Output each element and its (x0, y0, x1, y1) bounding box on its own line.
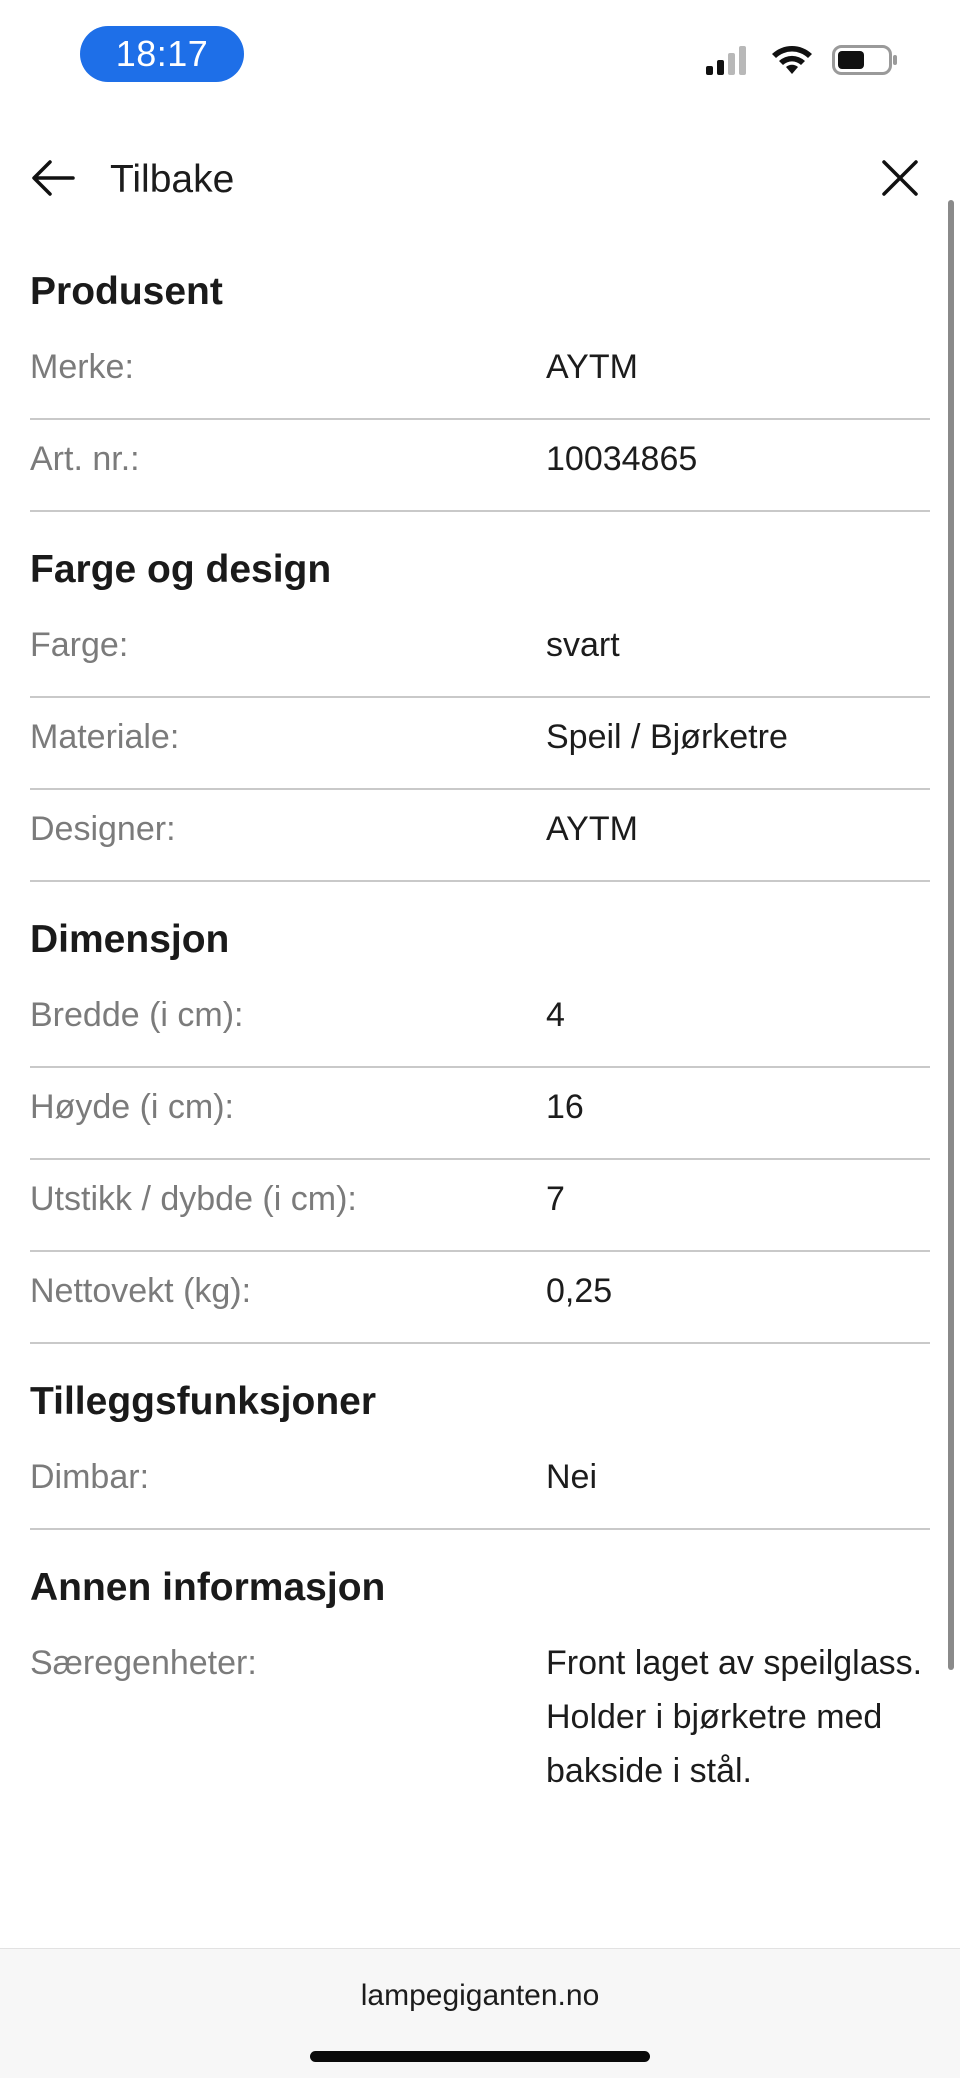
spec-value: AYTM (546, 810, 638, 848)
spec-value: 16 (546, 1088, 584, 1126)
spec-value: AYTM (546, 348, 638, 386)
section-tilleggsfunksjoner: Tilleggsfunksjoner Dimbar: Nei (30, 1366, 930, 1530)
spec-label: Designer: (30, 810, 176, 848)
spec-row-dimbar: Dimbar: Nei (30, 1438, 930, 1530)
spec-value: 4 (546, 996, 565, 1034)
spec-row-utstikk: Utstikk / dybde (i cm): 7 (30, 1160, 930, 1252)
spec-row-designer: Designer: AYTM (30, 790, 930, 882)
spec-value: 7 (546, 1180, 565, 1218)
spec-value: Speil / Bjørketre (546, 718, 788, 756)
spec-label: Merke: (30, 348, 134, 386)
spec-row-art-nr: Art. nr.: 10034865 (30, 420, 930, 512)
section-title: Produsent (30, 270, 223, 313)
cellular-signal-icon (704, 44, 752, 81)
close-button[interactable] (870, 150, 930, 210)
status-time[interactable]: 18:17 (80, 26, 244, 82)
spec-label: Dimbar: (30, 1458, 150, 1496)
spec-label: Særegenheter: (30, 1644, 257, 1682)
spec-value: Front laget av speilglass. Holder i bjør… (546, 1644, 923, 1790)
close-icon (880, 158, 920, 203)
arrow-left-icon (30, 158, 76, 203)
status-bar: 18:17 (0, 0, 960, 110)
section-title: Farge og design (30, 548, 332, 591)
site-url[interactable]: lampegiganten.no (0, 1979, 960, 2013)
section-title: Tilleggsfunksjoner (30, 1380, 377, 1423)
spec-label: Nettovekt (kg): (30, 1272, 252, 1310)
spec-label: Høyde (i cm): (30, 1088, 234, 1126)
scrollbar[interactable] (948, 200, 954, 1670)
spec-label: Art. nr.: (30, 440, 140, 478)
spec-row-nettovekt: Nettovekt (kg): 0,25 (30, 1252, 930, 1344)
product-spec-list: Produsent Merke: AYTM Art. nr.: 10034865… (30, 256, 930, 1844)
spec-row-farge: Farge: svart (30, 606, 930, 698)
status-icons (704, 44, 898, 80)
spec-row-materiale: Materiale: Speil / Bjørketre (30, 698, 930, 790)
spec-value: 10034865 (546, 440, 698, 478)
spec-row-saeregenheter: Særegenheter: Front laget av speilglass.… (30, 1624, 930, 1822)
spec-row-merke: Merke: AYTM (30, 328, 930, 420)
section-produsent: Produsent Merke: AYTM Art. nr.: 10034865 (30, 256, 930, 512)
back-button[interactable]: Tilbake (30, 150, 234, 210)
spec-label: Farge: (30, 626, 129, 664)
browser-address-bar[interactable]: lampegiganten.no (0, 1948, 960, 2078)
section-annen-informasjon: Annen informasjon Særegenheter: Front la… (30, 1552, 930, 1822)
battery-icon (832, 44, 898, 81)
spec-label: Utstikk / dybde (i cm): (30, 1180, 357, 1218)
spec-value: svart (546, 626, 620, 664)
back-label: Tilbake (110, 158, 235, 201)
modal-header: Tilbake (0, 140, 960, 220)
spec-label: Materiale: (30, 718, 180, 756)
home-indicator[interactable] (310, 2051, 650, 2062)
spec-value: 0,25 (546, 1272, 613, 1310)
spec-label: Bredde (i cm): (30, 996, 244, 1034)
spec-row-bredde: Bredde (i cm): 4 (30, 976, 930, 1068)
product-details-screen: 18:17 Tilbake Produsent Merke: AYTM Art.… (0, 0, 960, 2078)
section-title: Dimensjon (30, 918, 230, 961)
section-farge-og-design: Farge og design Farge: svart Materiale: … (30, 534, 930, 882)
spec-row-hoyde: Høyde (i cm): 16 (30, 1068, 930, 1160)
section-title: Annen informasjon (30, 1566, 386, 1609)
section-dimensjon: Dimensjon Bredde (i cm): 4 Høyde (i cm):… (30, 904, 930, 1344)
spec-value: Nei (546, 1458, 598, 1496)
wifi-icon (770, 44, 814, 81)
